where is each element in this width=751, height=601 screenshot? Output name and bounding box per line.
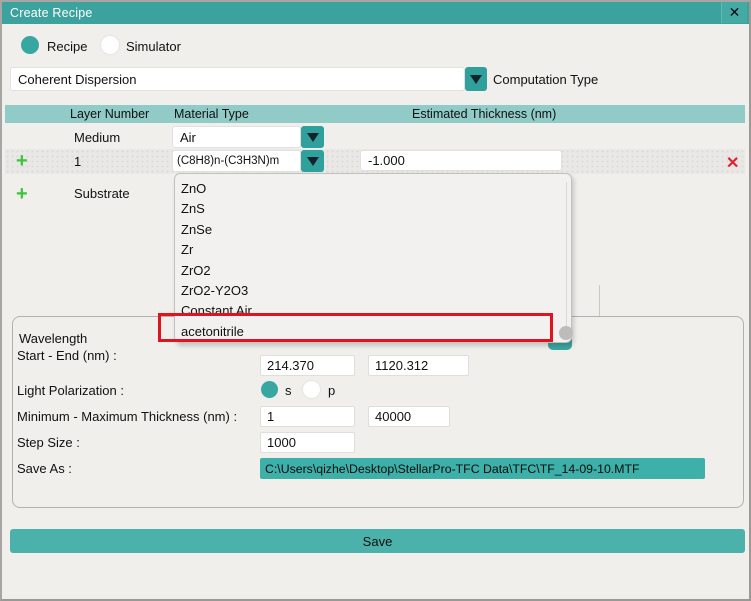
dropdown-item[interactable]: ZnS — [175, 199, 571, 219]
recipe-radio[interactable] — [21, 36, 39, 54]
layer1-thickness-input[interactable]: -1.000 — [360, 150, 562, 171]
step-size-input[interactable]: 1000 — [260, 432, 355, 453]
scrollbar-thumb[interactable] — [559, 326, 573, 340]
save-as-label: Save As : — [17, 461, 72, 476]
polarization-s-label: s — [285, 383, 292, 398]
chevron-down-icon — [470, 74, 482, 84]
wavelength-start-value: 214.370 — [267, 358, 314, 373]
dropdown-item[interactable]: ZrO2 — [175, 261, 571, 281]
col-layer-number: Layer Number — [70, 107, 150, 121]
computation-type-select[interactable]: Coherent Dispersion — [10, 67, 465, 91]
highlight-annotation-box — [158, 313, 553, 342]
medium-material-value: Air — [180, 129, 196, 145]
layer1-material-select[interactable]: (C8H8)n-(C3H3N)m — [172, 150, 301, 172]
window-title: Create Recipe — [10, 6, 93, 20]
step-size-value: 1000 — [267, 435, 296, 450]
simulator-radio-label: Simulator — [126, 39, 181, 54]
polarization-s-radio[interactable] — [261, 381, 278, 398]
scrollbar-track[interactable] — [566, 182, 567, 334]
thickness-max-input[interactable]: 40000 — [368, 406, 450, 427]
medium-material-select[interactable]: Air — [172, 126, 301, 148]
wavelength-end-input[interactable]: 1120.312 — [368, 355, 469, 376]
chevron-down-icon — [306, 156, 319, 166]
thickness-min-value: 1 — [267, 409, 275, 424]
dropdown-item[interactable]: ZrO2-Y2O3 — [175, 281, 571, 301]
close-icon[interactable]: ✕ — [721, 2, 747, 23]
chevron-down-icon — [306, 132, 319, 142]
dropdown-item[interactable]: ZnSe — [175, 220, 571, 240]
delete-layer-icon[interactable]: ✕ — [726, 153, 739, 173]
layer1-material-dropdown-button[interactable] — [301, 150, 324, 172]
polarization-p-radio[interactable] — [303, 381, 320, 398]
polarization-label: Light Polarization : — [17, 383, 124, 398]
hidden-field-edge — [599, 285, 600, 316]
add-layer-icon[interactable]: + — [16, 151, 28, 171]
col-material-type: Material Type — [174, 107, 249, 121]
col-estimated-thickness: Estimated Thickness (nm) — [412, 107, 557, 121]
thickness-range-label: Minimum - Maximum Thickness (nm) : — [17, 409, 238, 424]
dropdown-item[interactable]: Zr — [175, 240, 571, 260]
table-header: Layer Number Material Type Estimated Thi… — [5, 105, 745, 123]
wavelength-label-line2: Start - End (nm) : — [17, 348, 117, 363]
medium-row-label: Medium — [74, 130, 121, 145]
dropdown-item[interactable]: ZnO — [175, 179, 571, 199]
layer1-material-value: (C8H8)n-(C3H3N)m — [177, 155, 280, 167]
layer1-thickness-value: -1.000 — [368, 153, 405, 168]
wavelength-start-input[interactable]: 214.370 — [260, 355, 355, 376]
medium-material-dropdown-button[interactable] — [301, 126, 324, 148]
step-size-label: Step Size : — [17, 435, 80, 450]
computation-type-dropdown-button[interactable] — [465, 67, 487, 91]
computation-type-value: Coherent Dispersion — [18, 71, 137, 87]
wavelength-label-line1: Wavelength — [19, 331, 88, 346]
save-button[interactable]: Save — [10, 529, 745, 553]
wavelength-end-value: 1120.312 — [375, 358, 429, 373]
computation-type-label: Computation Type — [493, 72, 599, 87]
layer1-row-label: 1 — [74, 154, 82, 169]
polarization-p-label: p — [328, 383, 336, 398]
substrate-row-label: Substrate — [74, 186, 130, 201]
thickness-max-value: 40000 — [375, 409, 412, 424]
thickness-min-input[interactable]: 1 — [260, 406, 355, 427]
save-as-path[interactable]: C:\Users\qizhe\Desktop\StellarPro-TFC Da… — [260, 458, 705, 479]
save-as-path-value: C:\Users\qizhe\Desktop\StellarPro-TFC Da… — [265, 461, 640, 476]
create-recipe-dialog: Create Recipe ✕ Recipe Simulator Coheren… — [0, 0, 751, 601]
save-button-label: Save — [362, 533, 393, 549]
recipe-radio-label: Recipe — [47, 39, 88, 54]
title-bar[interactable]: Create Recipe ✕ — [2, 2, 749, 24]
add-layer-icon[interactable]: + — [16, 184, 28, 204]
simulator-radio[interactable] — [101, 36, 119, 54]
